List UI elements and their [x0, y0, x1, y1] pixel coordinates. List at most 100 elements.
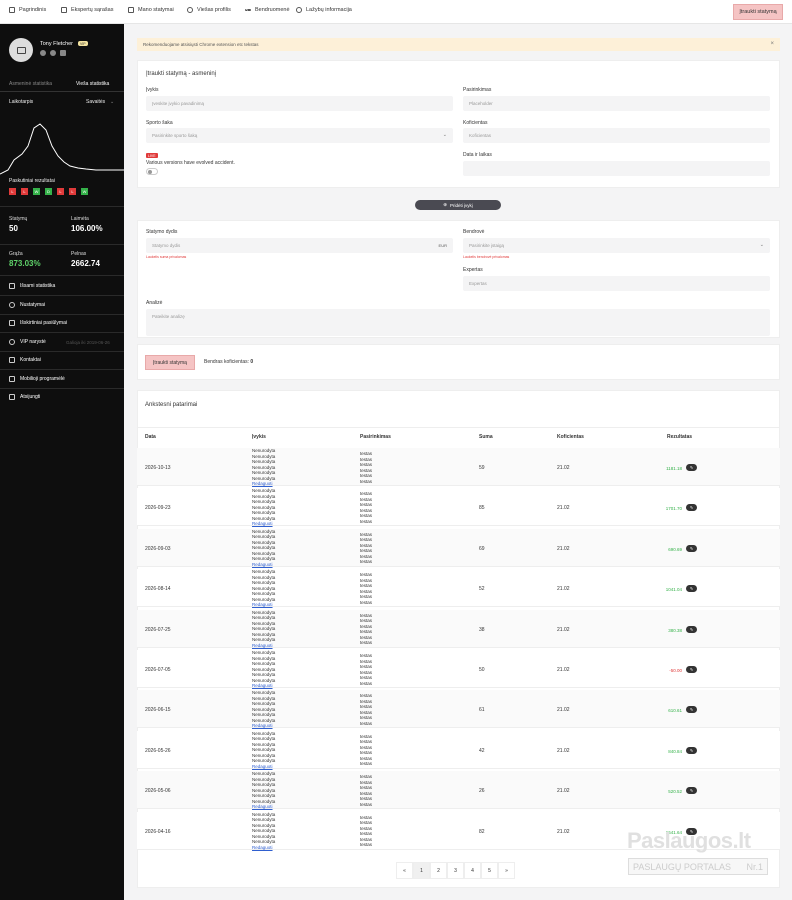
row-selections: testas testas testas testas testas testas: [360, 572, 372, 605]
edit-result-button[interactable]: ✎: [686, 585, 697, 593]
total-odds-label: Bendras koficientas:: [204, 359, 250, 365]
row-selections: testas testas testas testas testas testas: [360, 734, 372, 767]
edit-link[interactable]: Redaguoti: [252, 521, 275, 527]
sport-select[interactable]: Pasirinkite sporto šaką ⌄: [146, 128, 453, 143]
row-amount: 59: [479, 465, 485, 471]
dots-icon: [245, 9, 251, 11]
bookmaker-select[interactable]: Pasirinkite įstaigą ⌄: [463, 238, 770, 253]
edit-link[interactable]: Redaguoti: [252, 804, 275, 810]
page-5[interactable]: 5: [481, 862, 498, 879]
event-line: Nenurodyta: [252, 782, 276, 788]
menu-mobile-app[interactable]: Mobilioji programėlė: [9, 376, 65, 382]
nav-community[interactable]: Bendruomenė: [245, 7, 290, 13]
bell-icon[interactable]: [50, 50, 56, 56]
stat-won-value: 106.00%: [71, 224, 103, 233]
selection-line: testas: [360, 720, 373, 726]
live-toggle[interactable]: [146, 168, 158, 175]
page-next[interactable]: »: [498, 862, 515, 879]
pencil-icon: ✎: [689, 626, 694, 632]
nav-experts[interactable]: Ekspertų sąrašas: [61, 7, 114, 13]
page-3[interactable]: 3: [447, 862, 464, 879]
close-icon[interactable]: ×: [770, 41, 774, 47]
page-prev[interactable]: «: [396, 862, 413, 879]
edit-result-button[interactable]: ✎: [686, 504, 697, 512]
row-selections: testas testas testas testas testas testas: [360, 815, 372, 848]
edit-link[interactable]: Redaguoti: [252, 643, 275, 649]
row-events: Nenurodyta Nenurodyta Nenurodyta Nenurodyta…: [252, 569, 275, 608]
row-amount: 69: [479, 545, 485, 552]
menu-logout[interactable]: Atsijungti: [9, 394, 40, 400]
edit-result-button[interactable]: ✎: [686, 787, 697, 795]
menu-settings[interactable]: Nustatymai: [9, 302, 45, 308]
menu-exclusive-offers[interactable]: Išskirtiniai pasiūlymai: [9, 320, 67, 326]
odds-input[interactable]: Koficientas: [463, 128, 770, 143]
add-bet-top-button[interactable]: Įtraukti statymą: [733, 4, 783, 20]
edit-link[interactable]: Redaguoti: [252, 683, 275, 689]
edit-link[interactable]: Redaguoti: [252, 562, 275, 568]
edit-link[interactable]: Redaguoti: [252, 602, 275, 608]
menu-detailed-stats[interactable]: Išsami statistika: [9, 283, 55, 289]
event-line: Nenurodyta: [252, 470, 276, 475]
live-description: Various versions have evolved accident.: [146, 160, 235, 166]
pencil-icon: ✎: [689, 747, 694, 753]
edit-link[interactable]: Redaguoti: [252, 723, 275, 729]
row-odds: 21.02: [557, 707, 570, 714]
datetime-input[interactable]: [463, 161, 770, 176]
expert-input[interactable]: Expertas: [463, 276, 770, 291]
event-input[interactable]: Įveskite įvykio pavadinimą: [146, 96, 453, 111]
nav-betting-info[interactable]: Lažybų informacija: [296, 7, 352, 13]
row-selections: testas testas testas testas testas testas: [360, 532, 372, 565]
edit-result-button[interactable]: ✎: [686, 464, 697, 471]
selection-line: testas: [360, 680, 373, 686]
chevron-down-icon[interactable]: ⌄: [110, 99, 114, 105]
user-name: Tony Fletcher: [40, 41, 74, 47]
stat-return-value: 873.03%: [9, 259, 41, 268]
nav-betting-info-label: Lažybų informacija: [306, 7, 352, 13]
event-line: Nenurodyta: [252, 591, 276, 597]
row-events: Nenurodyta Nenurodyta Nenurodyta Nenurodyta…: [252, 448, 275, 487]
tab-personal-stats[interactable]: Asmeninė statistika: [9, 81, 52, 87]
calendar-icon[interactable]: [60, 50, 66, 56]
edit-result-button[interactable]: ✎: [686, 666, 697, 673]
selection-line: testas: [360, 451, 373, 456]
edit-result-button[interactable]: ✎: [686, 625, 697, 633]
row-events: Nenurodyta Nenurodyta Nenurodyta Nenurodyta…: [252, 690, 275, 729]
submit-bet-button[interactable]: Įtraukti statymą: [145, 355, 195, 370]
analysis-textarea[interactable]: Pateikite analizę: [146, 309, 770, 336]
row-odds: 21.02: [557, 505, 570, 512]
event-line: Nenurodyta: [252, 626, 276, 632]
nav-public-profile[interactable]: Viešas profilis: [187, 7, 231, 13]
selection-line: testas: [360, 739, 373, 745]
history-title: Ankstesni patarimai: [145, 402, 198, 408]
event-line: Nenurodyta: [252, 534, 276, 540]
globe-icon[interactable]: [40, 50, 46, 56]
row-date: 2026-07-25: [145, 626, 171, 633]
table-row: 2026-09-23 Nenurodyta Nenurodyta Nenurodyta…: [137, 488, 780, 527]
page-1[interactable]: 1: [413, 862, 430, 879]
nav-home[interactable]: Pagrindinis: [9, 7, 46, 13]
row-odds: 21.02: [557, 667, 570, 673]
nav-my-bets[interactable]: Mano statymai: [128, 7, 174, 13]
menu-contacts[interactable]: Kontaktai: [9, 357, 41, 363]
edit-link[interactable]: Redaguoti: [252, 764, 275, 770]
menu-vip-membership[interactable]: VIP narystė: [9, 339, 46, 345]
page-4[interactable]: 4: [464, 862, 481, 879]
edit-result-button[interactable]: ✎: [686, 706, 697, 714]
edit-link[interactable]: Redaguoti: [252, 481, 275, 487]
avatar[interactable]: [9, 38, 33, 62]
tab-public-stats[interactable]: Vieša statistika: [76, 81, 109, 87]
edit-result-button[interactable]: ✎: [686, 746, 697, 754]
stat-won-label: Laimėta: [71, 216, 89, 222]
period-select[interactable]: Savaitės: [86, 99, 105, 105]
add-event-button[interactable]: ⊕ Pridėti įvykį: [415, 200, 501, 210]
edit-result-button[interactable]: ✎: [686, 544, 697, 552]
selection-input[interactable]: Placeholder: [463, 96, 770, 111]
row-result: 1041.04: [665, 587, 682, 593]
row-date: 2026-05-06: [145, 788, 171, 795]
page-2[interactable]: 2: [430, 862, 447, 879]
edit-link[interactable]: Redaguoti: [252, 845, 275, 851]
stake-input[interactable]: Statymo dydis EUR: [146, 238, 453, 253]
analysis-label: Analizė: [146, 300, 163, 306]
stat-profit-value: 2662.74: [71, 259, 100, 268]
event-line: Nenurodyta: [252, 556, 276, 562]
